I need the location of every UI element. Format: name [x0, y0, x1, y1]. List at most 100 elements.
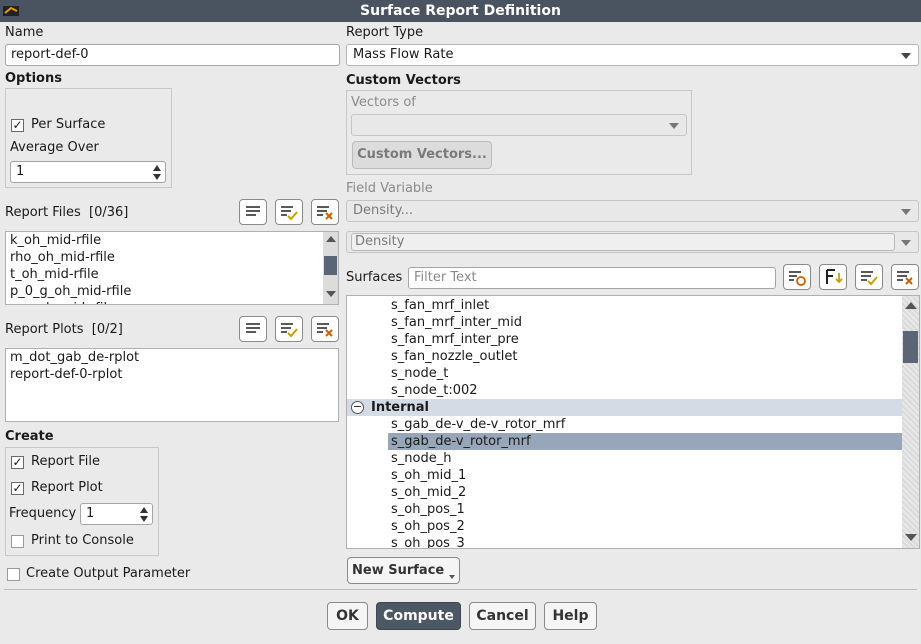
- average-over-value: 1: [16, 164, 25, 179]
- report-plots-label: Report Plots [0/2]: [5, 322, 123, 337]
- report-files-select-all-icon[interactable]: [275, 199, 303, 225]
- scroll-up-icon[interactable]: [326, 236, 336, 242]
- frequency-label: Frequency: [9, 506, 77, 521]
- surfaces-deselect-all-icon[interactable]: [891, 264, 919, 290]
- report-plots-list[interactable]: m_dot_gab_de-rplot report-def-0-rplot: [5, 348, 339, 422]
- custom-vectors-button[interactable]: Custom Vectors...: [352, 141, 492, 169]
- scroll-down-icon[interactable]: [326, 291, 336, 297]
- frequency-value: 1: [86, 506, 95, 521]
- field-variable-label: Field Variable: [346, 181, 433, 196]
- report-files-list-icon[interactable]: [239, 199, 267, 225]
- print-to-console-checkbox[interactable]: [11, 535, 24, 548]
- title-bar: Surface Report Definition: [0, 0, 921, 22]
- report-file-label: Report File: [31, 454, 100, 469]
- report-files-count: [0/36]: [89, 205, 129, 220]
- report-plot-label: Report Plot: [31, 480, 103, 495]
- report-files-deselect-all-icon[interactable]: [311, 199, 339, 225]
- tree-item[interactable]: s_fan_mrf_inlet: [347, 297, 903, 314]
- field-category-value: Density...: [353, 203, 413, 218]
- report-type-label: Report Type: [346, 25, 424, 40]
- tree-item[interactable]: s_oh_mid_1: [347, 467, 903, 484]
- create-output-parameter-checkbox[interactable]: [7, 568, 20, 581]
- chevron-down-icon: [669, 123, 679, 129]
- report-file-checkbox[interactable]: ✓: [11, 456, 24, 469]
- report-plots-deselect-all-icon[interactable]: [311, 316, 339, 342]
- tree-item-selected[interactable]: s_gab_de-v_rotor_mrf: [388, 433, 903, 450]
- tree-item[interactable]: s_gab_de-v_de-v_rotor_mrf: [347, 416, 903, 433]
- cancel-button[interactable]: Cancel: [469, 602, 536, 630]
- vectors-of-label: Vectors of: [351, 95, 416, 110]
- help-button[interactable]: Help: [544, 602, 597, 630]
- tree-item[interactable]: s_fan_nozzle_outlet: [347, 348, 903, 365]
- tree-item[interactable]: s_node_t: [347, 365, 903, 382]
- tree-item[interactable]: s_oh_mid_2: [347, 484, 903, 501]
- field-category-dropdown[interactable]: Density...: [346, 200, 919, 222]
- new-surface-label: New Surface: [352, 563, 445, 578]
- report-plot-checkbox[interactable]: ✓: [11, 482, 24, 495]
- custom-vectors-label: Custom Vectors: [346, 73, 461, 88]
- tree-group-label: Internal: [371, 400, 430, 415]
- chevron-down-icon: [449, 575, 455, 579]
- name-field[interactable]: report-def-0: [5, 44, 340, 66]
- surfaces-scrollbar[interactable]: [902, 296, 919, 548]
- frequency-spinner[interactable]: 1: [80, 503, 153, 525]
- report-files-scrollbar[interactable]: [323, 232, 338, 304]
- report-type-dropdown[interactable]: Mass Flow Rate: [346, 44, 919, 66]
- spinner-arrows-icon[interactable]: [138, 504, 150, 526]
- divider: [4, 589, 917, 590]
- create-output-parameter-label: Create Output Parameter: [26, 566, 191, 581]
- chevron-down-icon: [901, 240, 911, 246]
- ok-button[interactable]: OK: [327, 602, 368, 630]
- surfaces-filter-input[interactable]: Filter Text: [408, 267, 776, 289]
- name-label: Name: [5, 25, 44, 40]
- report-files-label: Report Files [0/36]: [5, 205, 129, 220]
- surfaces-filter-icon[interactable]: [783, 264, 811, 290]
- list-item[interactable]: p_0_g_oh_mid-rfile: [6, 283, 338, 300]
- scroll-down-icon[interactable]: [905, 534, 917, 541]
- tree-item[interactable]: s_oh_pos_3: [347, 535, 903, 548]
- chevron-down-icon: [901, 53, 911, 59]
- compute-button[interactable]: Compute: [376, 602, 461, 630]
- tree-item[interactable]: s_oh_pos_2: [347, 518, 903, 535]
- list-item[interactable]: m_dot_gab_de-rplot: [6, 349, 338, 366]
- list-item[interactable]: report-def-0-rplot: [6, 366, 338, 383]
- report-files-list[interactable]: k_oh_mid-rfile rho_oh_mid-rfile t_oh_mid…: [5, 231, 339, 305]
- options-label: Options: [5, 71, 62, 86]
- scroll-up-icon[interactable]: [905, 302, 917, 309]
- report-plots-list-icon[interactable]: [239, 316, 267, 342]
- scroll-thumb[interactable]: [903, 331, 918, 363]
- tree-item[interactable]: s_fan_mrf_inter_mid: [347, 314, 903, 331]
- surfaces-tree[interactable]: s_fan_mrf_inlet s_fan_mrf_inter_mid s_fa…: [346, 295, 920, 549]
- surfaces-group-icon[interactable]: [819, 264, 847, 290]
- collapse-icon[interactable]: −: [351, 401, 364, 414]
- window-title: Surface Report Definition: [360, 3, 561, 19]
- tree-item[interactable]: s_fan_mrf_inter_pre: [347, 331, 903, 348]
- create-label: Create: [5, 429, 54, 444]
- spinner-arrows-icon[interactable]: [151, 162, 163, 184]
- average-over-spinner[interactable]: 1: [10, 161, 166, 183]
- report-type-value: Mass Flow Rate: [353, 47, 454, 62]
- new-surface-button[interactable]: New Surface: [347, 557, 460, 584]
- surfaces-select-all-icon[interactable]: [855, 264, 883, 290]
- field-variable-value: Density: [351, 233, 895, 251]
- tree-item[interactable]: s_node_h: [347, 450, 903, 467]
- list-item[interactable]: rho_oh_mid-rfile: [6, 249, 338, 266]
- per-surface-checkbox[interactable]: ✓: [11, 119, 24, 132]
- tree-item[interactable]: s_oh_pos_1: [347, 501, 903, 518]
- report-plots-select-all-icon[interactable]: [275, 316, 303, 342]
- chevron-down-icon: [901, 209, 911, 215]
- vectors-of-dropdown[interactable]: [351, 114, 687, 136]
- list-item[interactable]: k_oh_mid-rfile: [6, 232, 338, 249]
- list-item[interactable]: p_s_oh_mid-rfile: [6, 300, 338, 304]
- report-plots-count: [0/2]: [91, 322, 123, 337]
- scroll-thumb[interactable]: [324, 256, 337, 275]
- list-item[interactable]: t_oh_mid-rfile: [6, 266, 338, 283]
- print-to-console-label: Print to Console: [31, 533, 134, 548]
- tree-group-internal[interactable]: − Internal: [347, 399, 903, 416]
- app-icon: [2, 3, 20, 19]
- surfaces-label: Surfaces: [346, 270, 403, 285]
- tree-item[interactable]: s_node_t:002: [347, 382, 903, 399]
- average-over-label: Average Over: [10, 140, 99, 155]
- field-variable-dropdown[interactable]: Density: [346, 231, 919, 253]
- per-surface-label: Per Surface: [31, 117, 106, 132]
